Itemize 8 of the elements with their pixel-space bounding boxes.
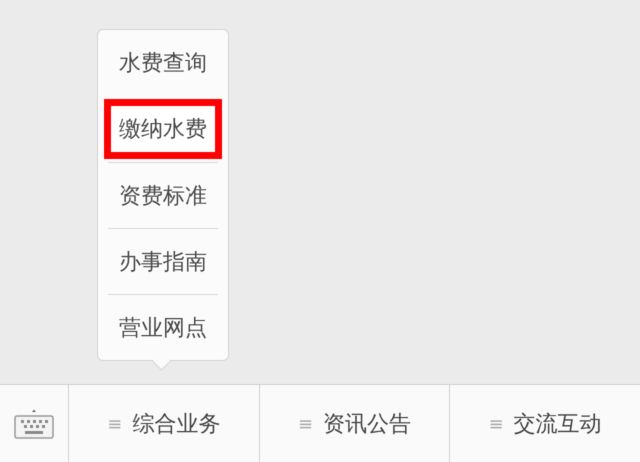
menu-tab[interactable]: ≡ 资讯公告 <box>260 385 450 462</box>
menu-icon: ≡ <box>298 414 314 434</box>
menu-tab[interactable]: ≡ 交流互动 <box>450 385 640 462</box>
menu-item[interactable]: 缴纳水费 <box>104 99 222 159</box>
menu-icon: ≡ <box>488 414 504 434</box>
keyboard-icon[interactable] <box>14 408 54 440</box>
menu-tab[interactable]: ≡ 综合业务 <box>69 385 260 462</box>
menu-icon: ≡ <box>107 414 122 434</box>
